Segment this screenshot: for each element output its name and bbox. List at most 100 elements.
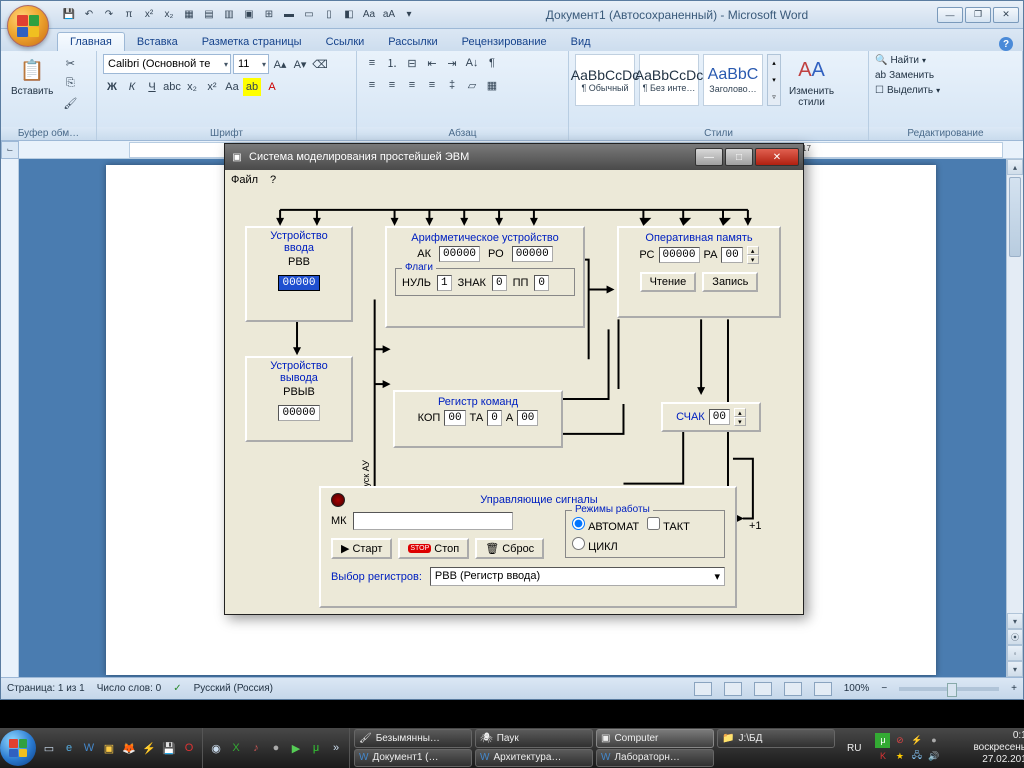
tray-icon[interactable]: ★: [892, 749, 907, 764]
next-page-icon[interactable]: ▾: [1007, 661, 1023, 677]
menu-file[interactable]: Файл: [231, 174, 258, 186]
kop-value[interactable]: 00: [444, 410, 465, 426]
shading-icon[interactable]: ▱: [463, 76, 481, 94]
ak-value[interactable]: 00000: [439, 246, 480, 262]
ql-excel-icon[interactable]: X: [227, 739, 245, 757]
save-icon[interactable]: 💾: [61, 7, 77, 23]
select-button[interactable]: ☐Выделить▾: [875, 84, 940, 97]
tray-icon[interactable]: 🖧: [909, 749, 924, 764]
vertical-ruler[interactable]: [1, 159, 19, 677]
ql-app-icon[interactable]: ●: [267, 739, 285, 757]
spellcheck-icon[interactable]: ✓: [173, 683, 181, 694]
style-heading[interactable]: AaBbCЗаголово…: [703, 54, 763, 106]
ql-daemon-icon[interactable]: ⚡: [140, 739, 158, 757]
start-button[interactable]: [0, 728, 36, 768]
ql-app-icon[interactable]: ♪: [247, 739, 265, 757]
italic-icon[interactable]: К: [123, 78, 141, 96]
clear-format-icon[interactable]: ⌫: [311, 55, 329, 73]
schak-value[interactable]: 00: [709, 409, 730, 425]
ql-save-icon[interactable]: 💾: [160, 739, 178, 757]
outdent-icon[interactable]: ⇤: [423, 54, 441, 72]
start-button[interactable]: ▶Старт: [331, 538, 392, 559]
language-indicator[interactable]: RU: [839, 728, 869, 768]
zoom-slider[interactable]: [899, 687, 999, 691]
tray-icon[interactable]: ⚡: [909, 733, 924, 748]
ql-utorrent-icon[interactable]: μ: [307, 739, 325, 757]
mode-takt[interactable]: ТАКТ: [647, 517, 718, 533]
align-left-icon[interactable]: ≡: [363, 76, 381, 94]
tab-view[interactable]: Вид: [559, 33, 603, 51]
ql-firefox-icon[interactable]: 🦊: [120, 739, 138, 757]
tray-icon[interactable]: K: [875, 749, 890, 764]
sim-titlebar[interactable]: ▣ Система моделирования простейшей ЭВМ —…: [225, 144, 803, 170]
ql-ie-icon[interactable]: e: [60, 739, 78, 757]
font-name-combo[interactable]: Calibri (Основной те: [103, 54, 231, 74]
a-value[interactable]: 00: [517, 410, 538, 426]
office-button[interactable]: [7, 5, 49, 47]
multilevel-icon[interactable]: ⊟: [403, 54, 421, 72]
ruler-corner[interactable]: ⌙: [1, 141, 19, 159]
align-right-icon[interactable]: ≡: [403, 76, 421, 94]
flag-pp[interactable]: 0: [534, 275, 549, 291]
subscript-icon[interactable]: x₂: [183, 78, 201, 96]
browse-icon[interactable]: ◦: [1007, 645, 1023, 661]
tray-icon[interactable]: [943, 749, 958, 764]
mk-value[interactable]: [353, 512, 513, 530]
tray-icon[interactable]: ⊘: [892, 733, 907, 748]
view-outline-icon[interactable]: [784, 682, 802, 696]
rvv-value[interactable]: 00000: [278, 275, 319, 291]
ql-more-icon[interactable]: »: [327, 739, 345, 757]
ql-desktop-icon[interactable]: ▭: [40, 739, 58, 757]
numbering-icon[interactable]: ⒈: [383, 54, 401, 72]
qat-icon[interactable]: ▬: [281, 7, 297, 23]
find-button[interactable]: 🔍Найти▾: [875, 54, 940, 67]
qat-icon[interactable]: ▦: [181, 7, 197, 23]
qat-icon[interactable]: ▤: [201, 7, 217, 23]
justify-icon[interactable]: ≡: [423, 76, 441, 94]
redo-icon[interactable]: ↷: [101, 7, 117, 23]
zoom-in-icon[interactable]: +: [1011, 683, 1017, 694]
flag-znak[interactable]: 0: [492, 275, 507, 291]
scroll-down-icon[interactable]: ▾: [1007, 613, 1023, 629]
bullets-icon[interactable]: ≡: [363, 54, 381, 72]
ta-value[interactable]: 0: [487, 410, 502, 426]
ra-value[interactable]: 00: [721, 247, 742, 263]
strike-icon[interactable]: abc: [163, 78, 181, 96]
grow-font-icon[interactable]: A▴: [271, 55, 289, 73]
qat-icon[interactable]: ▥: [221, 7, 237, 23]
zoom-out-icon[interactable]: −: [881, 683, 887, 694]
tab-layout[interactable]: Разметка страницы: [190, 33, 314, 51]
close-button[interactable]: ✕: [993, 7, 1019, 23]
flag-nul[interactable]: 1: [437, 275, 452, 291]
sort-icon[interactable]: A↓: [463, 54, 481, 72]
mode-cycle[interactable]: ЦИКЛ: [572, 537, 643, 553]
change-styles-button[interactable]: AA Изменить стили: [785, 54, 838, 110]
volume-icon[interactable]: 🔊: [926, 749, 941, 764]
ql-chrome-icon[interactable]: ◉: [207, 739, 225, 757]
borders-icon[interactable]: ▦: [483, 76, 501, 94]
indent-icon[interactable]: ⇥: [443, 54, 461, 72]
superscript-icon[interactable]: x²: [203, 78, 221, 96]
qat-icon[interactable]: Aa: [361, 7, 377, 23]
change-case-icon[interactable]: Aa: [223, 78, 241, 96]
scroll-up-icon[interactable]: ▴: [1007, 159, 1023, 175]
view-draft-icon[interactable]: [814, 682, 832, 696]
vertical-scrollbar[interactable]: ▴ ▾ ⦿ ◦ ▾: [1006, 159, 1023, 677]
menu-help[interactable]: ?: [270, 174, 276, 186]
tab-references[interactable]: Ссылки: [314, 33, 377, 51]
qat-icon[interactable]: ⊞: [261, 7, 277, 23]
clock[interactable]: 0:11 воскресенье 27.02.2011: [965, 728, 1024, 768]
format-painter-icon[interactable]: 🖌: [61, 94, 79, 112]
task-button[interactable]: WАрхитектура…: [475, 749, 593, 768]
subscript-icon[interactable]: x₂: [161, 7, 177, 23]
qat-icon[interactable]: ▯: [321, 7, 337, 23]
align-center-icon[interactable]: ≡: [383, 76, 401, 94]
scroll-thumb[interactable]: [1009, 177, 1021, 257]
task-button[interactable]: ▣Computer: [596, 729, 714, 748]
help-icon[interactable]: ?: [999, 37, 1013, 51]
style-normal[interactable]: AaBbCcDc¶ Обычный: [575, 54, 635, 106]
bold-icon[interactable]: Ж: [103, 78, 121, 96]
status-lang[interactable]: Русский (Россия): [194, 683, 273, 694]
tab-mailings[interactable]: Рассылки: [376, 33, 449, 51]
tab-insert[interactable]: Вставка: [125, 33, 190, 51]
